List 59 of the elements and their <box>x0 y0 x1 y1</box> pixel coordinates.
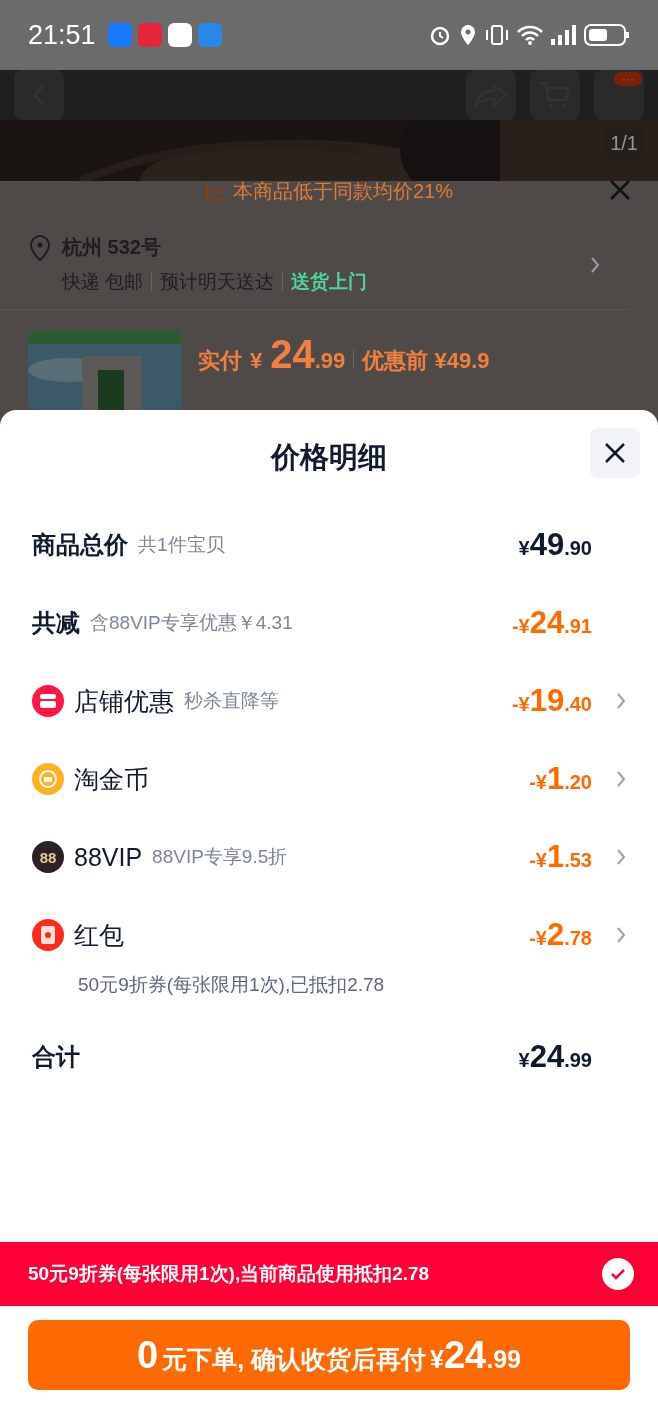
row-note: 秒杀直降等 <box>184 689 279 713</box>
row-label: 红包 <box>74 919 124 951</box>
location-icon <box>458 23 478 47</box>
close-icon[interactable] <box>608 178 632 202</box>
app-notification-icon <box>197 23 222 47</box>
row-amount: ¥24.99 <box>518 1039 592 1075</box>
vip-badge: 88 <box>32 841 64 873</box>
close-button[interactable] <box>590 428 640 478</box>
row-note: 88VIP专享9.5折 <box>152 845 288 869</box>
wifi-icon <box>516 24 544 46</box>
home-delivery-tag: 送货上门 <box>291 269 368 295</box>
clock-time: 21:51 <box>28 19 96 51</box>
row-label: 店铺优惠 <box>74 685 174 717</box>
row-amount: -¥2.78 <box>529 917 592 953</box>
battery-icon <box>584 23 630 47</box>
row-label: 合计 <box>32 1042 80 1072</box>
cart-button[interactable] <box>530 70 580 121</box>
sheet-title: 价格明细 <box>271 440 387 475</box>
row-detail: 50元9折券(每张限用1次),已抵扣2.78 <box>77 973 386 997</box>
chevron-right-icon <box>616 848 626 866</box>
coupon-text: 50元9折券(每张限用1次),当前商品使用抵扣2.78 <box>28 1262 431 1286</box>
row-label: 共减 <box>32 608 80 638</box>
paid-price: ¥24.99 <box>250 332 346 377</box>
order-button[interactable]: 0元下单, 确认收货后再付 ¥24.99 <box>28 1320 630 1390</box>
row-amount: -¥1.53 <box>529 839 592 875</box>
price-banner-text: 本商品低于同款均价21% <box>233 178 453 204</box>
row-label: 商品总价 <box>32 530 128 560</box>
signal-icon <box>550 24 578 46</box>
vibrate-icon <box>484 23 510 47</box>
message-button[interactable]: ··· <box>594 70 644 121</box>
coin-icon <box>32 763 64 795</box>
row-label: 88VIP <box>74 842 143 872</box>
location-pin-icon <box>28 234 52 262</box>
app-notification-icon <box>167 23 192 47</box>
trend-chart-icon <box>205 180 227 202</box>
row-amount: -¥19.40 <box>511 683 592 719</box>
envelope-icon <box>32 919 64 951</box>
close-icon <box>604 442 626 464</box>
back-button[interactable] <box>14 70 64 121</box>
row-amount: -¥24.91 <box>511 605 592 641</box>
message-badge: ··· <box>614 72 642 87</box>
paid-label: 实付 <box>198 347 242 375</box>
row-amount: -¥1.20 <box>529 761 592 797</box>
app-notification-icon <box>137 23 162 47</box>
shop-icon <box>32 685 64 717</box>
original-price: 优惠前 ¥49.9 <box>362 347 490 375</box>
chevron-right-icon <box>616 770 626 788</box>
row-amount: ¥49.90 <box>518 527 592 563</box>
row-note: 共1件宝贝 <box>138 533 225 557</box>
share-button[interactable] <box>466 70 516 121</box>
coupon-checkbox[interactable] <box>602 1258 634 1290</box>
chevron-right-icon <box>616 926 626 944</box>
row-note: 含88VIP专享优惠￥4.31 <box>90 611 293 635</box>
image-counter: 1/1 <box>604 128 644 160</box>
check-icon <box>610 1268 626 1280</box>
app-notification-icon <box>107 23 132 47</box>
chevron-right-icon <box>590 255 600 274</box>
chevron-right-icon <box>616 692 626 710</box>
row-label: 淘金币 <box>74 763 149 795</box>
